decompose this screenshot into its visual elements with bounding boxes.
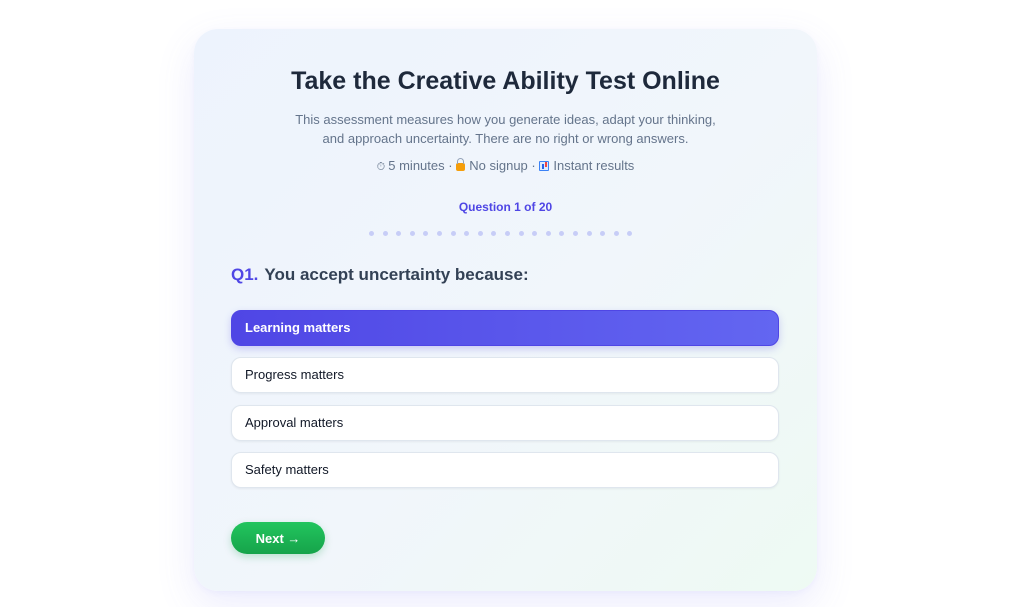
answer-option-progress[interactable]: Progress matters [231, 357, 779, 393]
question-counter: Question 1 of 20 [458, 200, 553, 214]
answer-option-safety[interactable]: Safety matters [231, 452, 779, 488]
test-card: Take the Creative Ability Test Online Th… [194, 29, 817, 591]
progress-dot [396, 231, 402, 236]
progress-dot [423, 231, 429, 236]
progress-dot [369, 231, 374, 236]
meta-separator: · [448, 158, 453, 173]
progress-dot [559, 231, 565, 236]
page-title: Take the Creative Ability Test Online [291, 67, 720, 95]
progress-dot [382, 231, 388, 236]
question-number: Q1. [231, 265, 259, 284]
stopwatch-icon: ⏱ [376, 161, 386, 173]
question-text: You accept uncertainty because: [264, 265, 529, 284]
progress-dot [545, 231, 551, 236]
progress-dot [450, 231, 456, 236]
lock-icon [456, 158, 466, 171]
question-prompt: Q1. You accept uncertainty because: [231, 265, 529, 285]
progress-dot [600, 231, 606, 236]
progress-dot [437, 231, 442, 236]
progress-dots [369, 231, 644, 237]
answer-option-learning[interactable]: Learning matters [231, 310, 779, 346]
progress-dot [532, 231, 538, 236]
bar-chart-icon [539, 161, 550, 171]
answer-option-approval[interactable]: Approval matters [231, 405, 779, 441]
progress-dot [505, 231, 510, 236]
next-button[interactable]: Next → [231, 522, 325, 554]
page-subtitle: This assessment measures how you generat… [295, 112, 716, 146]
progress-dot [518, 231, 524, 236]
progress-dot [464, 231, 470, 236]
progress-dot [573, 231, 578, 236]
results-text: Instant results [553, 158, 635, 173]
meta-separator: · [531, 158, 536, 173]
progress-dot [627, 231, 633, 236]
progress-dot [586, 231, 592, 236]
progress-dot [477, 231, 483, 236]
progress-dot [491, 231, 497, 236]
test-meta: ⏱ 5 minutes · No signup · Instant results [194, 158, 817, 174]
signup-text: No signup [469, 158, 528, 173]
duration-text: 5 minutes [388, 158, 445, 173]
progress-dot [613, 231, 619, 236]
progress-dot [409, 231, 415, 236]
